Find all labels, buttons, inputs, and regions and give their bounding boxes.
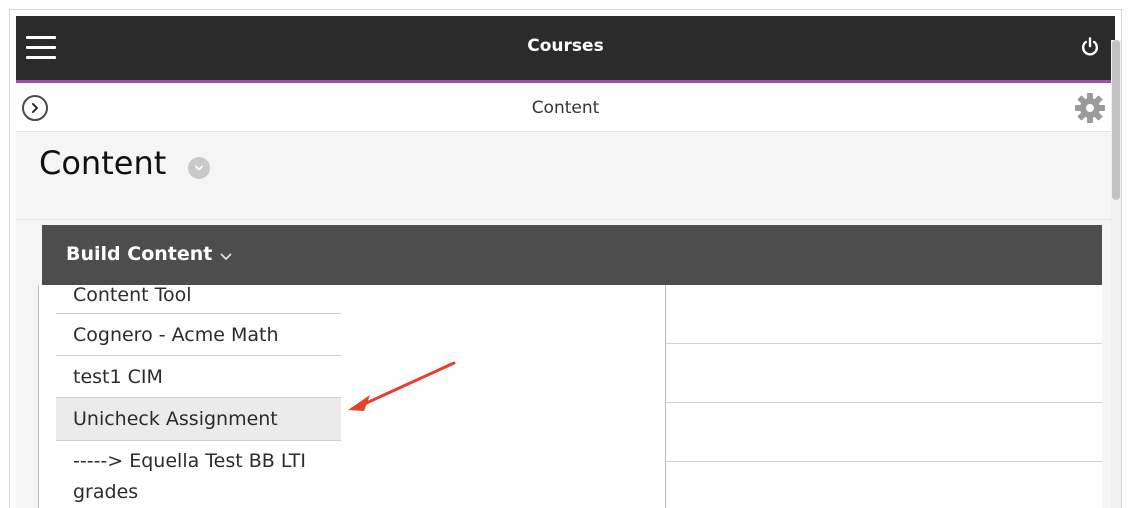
header-title: Courses bbox=[527, 36, 604, 56]
top-header-bar: Courses bbox=[16, 16, 1115, 83]
content-list-panel bbox=[666, 285, 1102, 508]
scrollbar[interactable] bbox=[1111, 40, 1121, 508]
subheader-title: Content bbox=[531, 98, 600, 118]
app-frame: Courses Content Content Build Content Co… bbox=[9, 9, 1122, 508]
annotation-arrow bbox=[348, 361, 456, 411]
list-divider bbox=[666, 402, 1102, 403]
heading-divider bbox=[16, 219, 1115, 220]
menu-item-unicheck-assignment[interactable]: Unicheck Assignment bbox=[56, 398, 341, 441]
power-icon[interactable] bbox=[1079, 36, 1101, 58]
content-area: Content Build Content Content Tool Cogne… bbox=[16, 132, 1115, 508]
menu-item-content-tool[interactable]: Content Tool bbox=[56, 285, 341, 314]
menu-item-test1-cim[interactable]: test1 CIM bbox=[56, 356, 341, 398]
menu-item-equella-test-bb-lti-grades[interactable]: -----> Equella Test BB LTI grades bbox=[56, 446, 341, 508]
scrollbar-thumb[interactable] bbox=[1112, 40, 1120, 200]
list-divider bbox=[666, 343, 1102, 344]
build-content-label: Build Content bbox=[66, 243, 213, 265]
chevron-down-icon bbox=[220, 244, 232, 266]
menu-item-cognero-acme-math[interactable]: Cognero - Acme Math bbox=[56, 314, 341, 356]
gear-icon[interactable] bbox=[1073, 91, 1107, 125]
build-content-button[interactable]: Build Content bbox=[66, 243, 232, 266]
list-divider bbox=[666, 461, 1102, 462]
action-bar: Build Content bbox=[42, 225, 1102, 285]
chevron-down-circle-icon[interactable] bbox=[188, 157, 210, 179]
page-title: Content bbox=[39, 144, 167, 182]
content-subheader: Content bbox=[16, 83, 1115, 132]
